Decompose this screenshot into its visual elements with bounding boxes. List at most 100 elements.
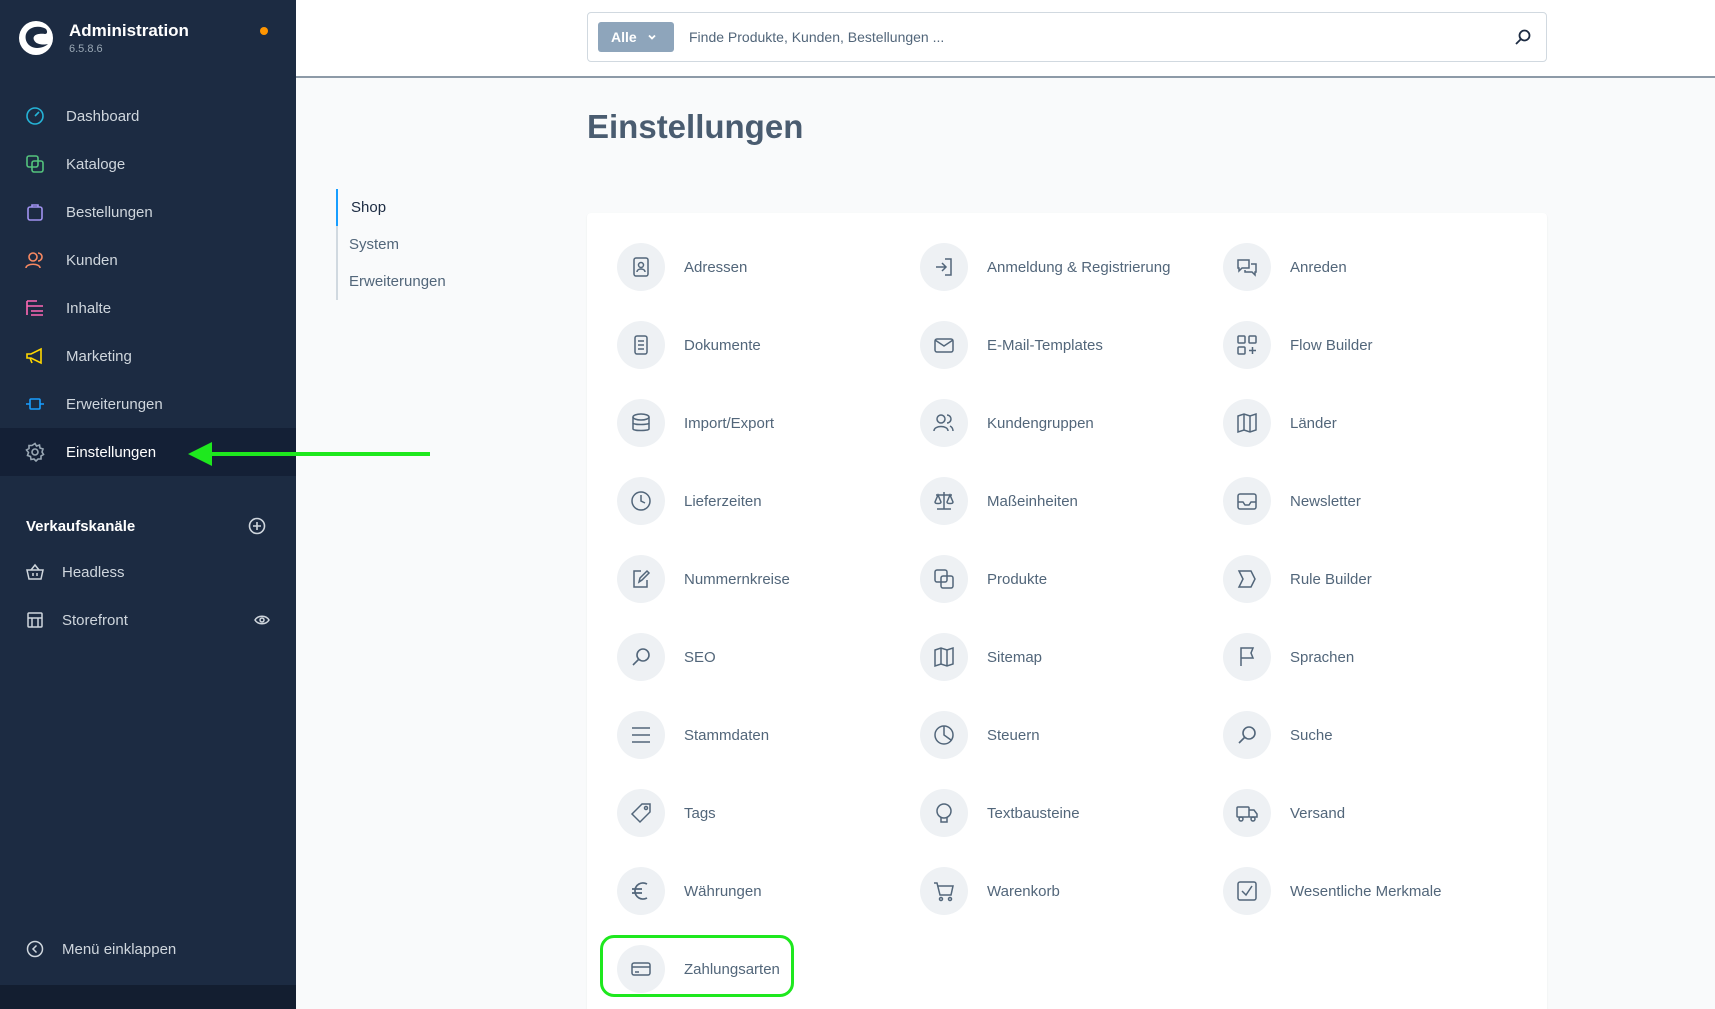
sales-channels-title: Verkaufskanäle — [26, 517, 136, 535]
shopware-logo-icon — [19, 21, 53, 55]
setting-documents[interactable]: Dokumente — [617, 320, 907, 370]
main-nav: Dashboard Kataloge Bestellungen Kunden I… — [0, 92, 296, 476]
brand[interactable]: Administration 6.5.8.6 — [18, 20, 189, 56]
setting-label: Tags — [684, 804, 716, 822]
setting-label: E-Mail-Templates — [987, 336, 1103, 354]
sidebar-item-dashboard[interactable]: Dashboard — [0, 92, 296, 140]
setting-label: Nummernkreise — [684, 570, 790, 588]
tag-icon — [617, 789, 665, 837]
highlight-payment-methods — [600, 935, 794, 997]
tab-system[interactable]: System — [338, 226, 446, 263]
setting-sitemap[interactable]: Sitemap — [920, 632, 1210, 682]
checkbox-icon — [1223, 867, 1271, 915]
setting-currencies[interactable]: Währungen — [617, 866, 907, 916]
setting-label: Währungen — [684, 882, 762, 900]
setting-label: Stammdaten — [684, 726, 770, 744]
catalog-icon — [24, 153, 46, 175]
settings-icon — [24, 441, 46, 463]
search-icon[interactable] — [1514, 28, 1532, 46]
search-icon — [1223, 711, 1271, 759]
document-icon — [617, 321, 665, 369]
setting-label: Anmeldung & Registrierung — [987, 258, 1171, 276]
setting-units[interactable]: Maßeinheiten — [920, 476, 1210, 526]
products-icon — [920, 555, 968, 603]
setting-tags[interactable]: Tags — [617, 788, 907, 838]
scale-icon — [920, 477, 968, 525]
sidebar: Administration 6.5.8.6 Dashboard Katalog… — [0, 0, 296, 1009]
setting-essential-characteristics[interactable]: Wesentliche Merkmale — [1223, 866, 1513, 916]
chat-bubbles-icon — [1223, 243, 1271, 291]
tab-shop[interactable]: Shop — [336, 189, 446, 226]
setting-number-ranges[interactable]: Nummernkreise — [617, 554, 907, 604]
sidebar-item-extensions[interactable]: Erweiterungen — [0, 380, 296, 428]
speech-icon — [920, 789, 968, 837]
setting-rule-builder[interactable]: Rule Builder — [1223, 554, 1513, 604]
setting-delivery-times[interactable]: Lieferzeiten — [617, 476, 907, 526]
tab-extensions[interactable]: Erweiterungen — [338, 263, 446, 300]
setting-label: Versand — [1290, 804, 1346, 822]
search-type-label: Alle — [611, 29, 637, 45]
sidebar-item-label: Einstellungen — [66, 443, 157, 461]
sidebar-item-content[interactable]: Inhalte — [0, 284, 296, 332]
clock-icon — [617, 477, 665, 525]
setting-label: Sitemap — [987, 648, 1043, 666]
sales-channel-label: Headless — [62, 563, 125, 581]
sidebar-item-label: Kataloge — [66, 155, 126, 173]
setting-label: Suche — [1290, 726, 1333, 744]
setting-shipping[interactable]: Versand — [1223, 788, 1513, 838]
content-icon — [24, 297, 46, 319]
envelope-icon — [920, 321, 968, 369]
setting-label: Maßeinheiten — [987, 492, 1078, 510]
setting-login-registration[interactable]: Anmeldung & Registrierung — [920, 242, 1210, 292]
sales-channel-storefront[interactable]: Storefront — [26, 605, 270, 635]
setting-cart[interactable]: Warenkorb — [920, 866, 1210, 916]
eye-icon[interactable] — [254, 614, 270, 626]
setting-countries[interactable]: Länder — [1223, 398, 1513, 448]
search-input[interactable] — [689, 29, 1489, 45]
sidebar-item-label: Marketing — [66, 347, 132, 365]
storefront-icon — [27, 612, 43, 628]
address-book-icon — [617, 243, 665, 291]
setting-addresses[interactable]: Adressen — [617, 242, 907, 292]
sidebar-item-catalog[interactable]: Kataloge — [0, 140, 296, 188]
setting-email-templates[interactable]: E-Mail-Templates — [920, 320, 1210, 370]
collapse-menu-button[interactable]: Menü einklappen — [26, 940, 176, 958]
setting-products[interactable]: Produkte — [920, 554, 1210, 604]
setting-languages[interactable]: Sprachen — [1223, 632, 1513, 682]
sidebar-item-marketing[interactable]: Marketing — [0, 332, 296, 380]
setting-flow-builder[interactable]: Flow Builder — [1223, 320, 1513, 370]
add-circle-icon[interactable] — [248, 517, 266, 535]
setting-snippets[interactable]: Textbausteine — [920, 788, 1210, 838]
setting-newsletter[interactable]: Newsletter — [1223, 476, 1513, 526]
setting-label: Import/Export — [684, 414, 775, 432]
setting-label: Rule Builder — [1290, 570, 1372, 588]
setting-search[interactable]: Suche — [1223, 710, 1513, 760]
setting-import-export[interactable]: Import/Export — [617, 398, 907, 448]
dashboard-icon — [24, 105, 46, 127]
sign-in-icon — [920, 243, 968, 291]
pie-icon — [920, 711, 968, 759]
setting-label: Warenkorb — [987, 882, 1060, 900]
settings-card: Adressen Anmeldung & Registrierung Anred… — [587, 213, 1547, 1009]
setting-label: Anreden — [1290, 258, 1347, 276]
sidebar-item-customers[interactable]: Kunden — [0, 236, 296, 284]
truck-icon — [1223, 789, 1271, 837]
setting-master-data[interactable]: Stammdaten — [617, 710, 907, 760]
setting-label: Länder — [1290, 414, 1337, 432]
sidebar-item-orders[interactable]: Bestellungen — [0, 188, 296, 236]
setting-customer-groups[interactable]: Kundengruppen — [920, 398, 1210, 448]
setting-taxes[interactable]: Steuern — [920, 710, 1210, 760]
setting-label: Steuern — [987, 726, 1040, 744]
arrow-annotation-icon — [188, 442, 430, 466]
setting-salutations[interactable]: Anreden — [1223, 242, 1513, 292]
notification-dot — [260, 27, 268, 35]
search-type-dropdown[interactable]: Alle — [598, 22, 674, 52]
global-search: Alle — [587, 12, 1547, 62]
setting-label: Flow Builder — [1290, 336, 1373, 354]
sales-channel-headless[interactable]: Headless — [26, 557, 270, 587]
flow-icon — [1223, 321, 1271, 369]
cart-icon — [920, 867, 968, 915]
sitemap-icon — [920, 633, 968, 681]
setting-seo[interactable]: SEO — [617, 632, 907, 682]
setting-label: SEO — [684, 648, 716, 666]
